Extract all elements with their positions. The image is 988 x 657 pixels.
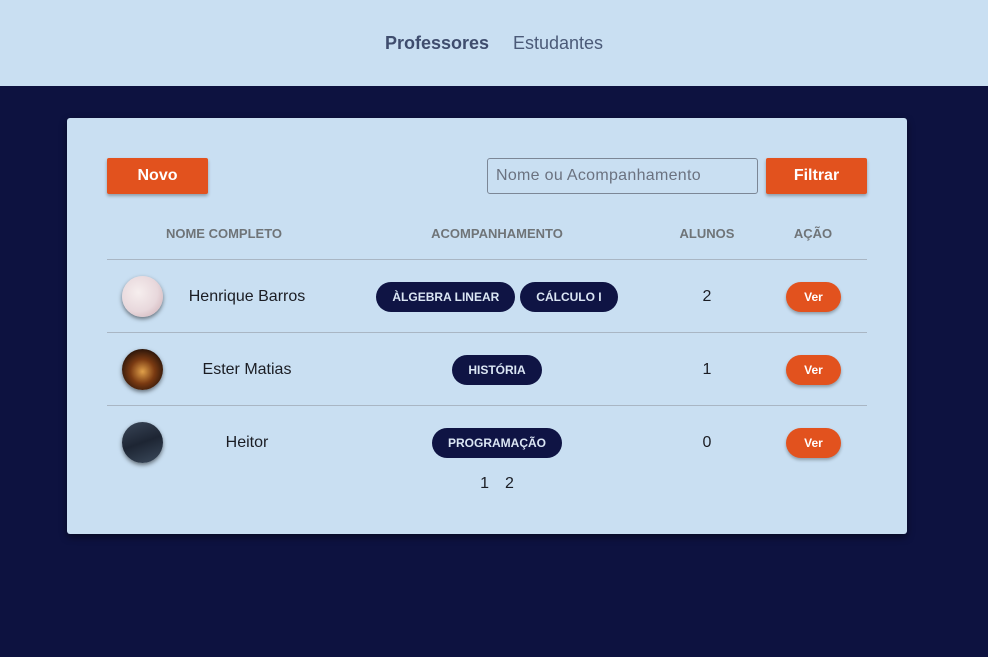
ver-button[interactable]: Ver xyxy=(786,282,841,312)
page-link-2[interactable]: 2 xyxy=(505,475,514,493)
avatar xyxy=(122,349,163,390)
alunos-count: 1 xyxy=(702,361,712,378)
search-input[interactable] xyxy=(487,158,758,194)
professors-card: Novo Filtrar Nome Completo Acompanhament… xyxy=(67,118,907,534)
professor-name: Heitor xyxy=(225,434,269,451)
nav-professores-link[interactable]: Professores xyxy=(385,33,489,54)
header-alunos: Alunos xyxy=(679,226,735,241)
tag-list: Programação xyxy=(355,406,639,479)
header-nome-completo: Nome Completo xyxy=(165,226,283,241)
professor-name: Ester Matias xyxy=(202,361,292,378)
avatar xyxy=(122,276,163,317)
header-acao: Ação xyxy=(793,226,833,241)
tag-list: História xyxy=(355,333,639,406)
pagination: 1 2 xyxy=(447,475,547,493)
ver-button[interactable]: Ver xyxy=(786,355,841,385)
nav-estudantes-link[interactable]: Estudantes xyxy=(513,33,603,54)
subject-tag: Àlgebra Linear xyxy=(376,281,516,312)
avatar xyxy=(122,422,163,463)
subject-tag: Cálculo I xyxy=(520,281,618,312)
table-row: Ester Matias História 1 Ver xyxy=(107,332,867,405)
subject-tag: Programação xyxy=(432,427,562,458)
header-acompanhamento: Acompanhamento xyxy=(431,226,563,241)
filtrar-button[interactable]: Filtrar xyxy=(766,158,867,194)
subject-tag: História xyxy=(452,354,542,385)
table-row: Heitor Programação 0 Ver xyxy=(107,405,867,478)
page-link-1[interactable]: 1 xyxy=(480,475,489,493)
tag-list: Àlgebra Linear Cálculo I xyxy=(355,260,639,333)
novo-button[interactable]: Novo xyxy=(107,158,208,194)
professor-name: Henrique Barros xyxy=(188,288,306,305)
alunos-count: 0 xyxy=(702,434,712,451)
alunos-count: 2 xyxy=(702,288,712,305)
ver-button[interactable]: Ver xyxy=(786,428,841,458)
table-row: Henrique Barros Àlgebra Linear Cálculo I… xyxy=(107,259,867,332)
top-nav: Professores Estudantes xyxy=(0,0,988,86)
